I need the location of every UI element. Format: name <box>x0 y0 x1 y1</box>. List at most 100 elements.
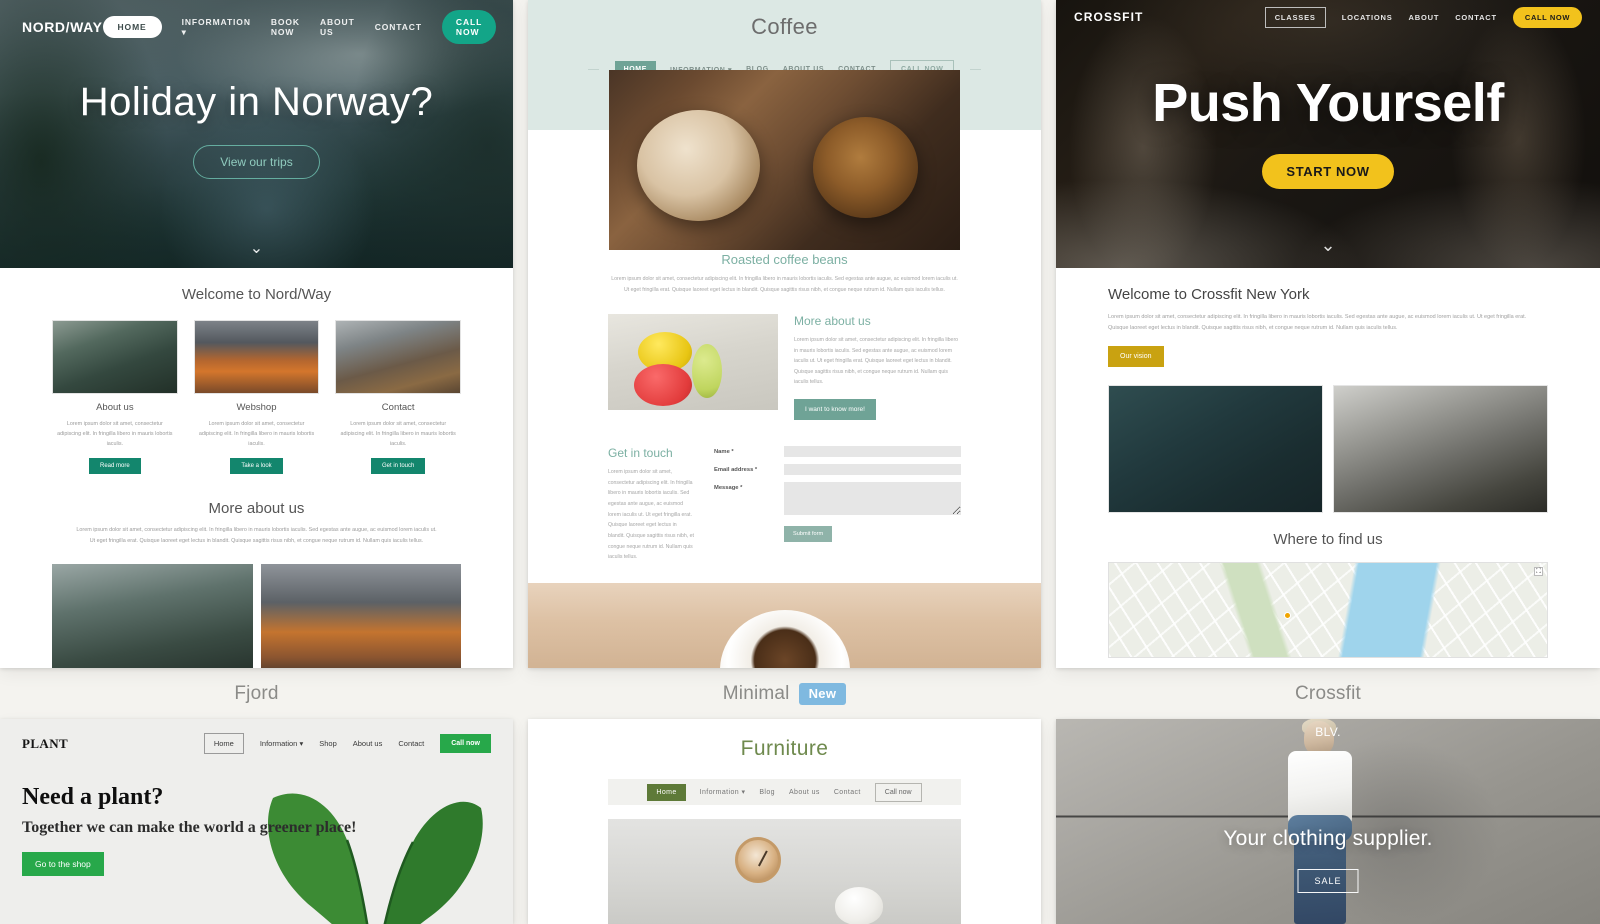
fjord-body: Welcome to Nord/Way About us Lorem ipsum… <box>0 268 513 668</box>
fjord-card-button[interactable]: Get in touch <box>371 458 426 474</box>
caption-fjord: Fjord <box>0 668 513 719</box>
plant-shop-button[interactable]: Go to the shop <box>22 852 104 876</box>
form-row-message: Message * <box>714 482 961 516</box>
crossfit-nav-about[interactable]: ABOUT <box>1409 13 1440 22</box>
crossfit-hero-title: Push Yourself <box>1152 73 1504 133</box>
model-shirt <box>1287 751 1352 823</box>
fjord-nav-information[interactable]: INFORMATION ▾ <box>182 17 251 38</box>
furniture-nav-home[interactable]: Home <box>647 783 686 801</box>
fjord-card-webshop[interactable]: Webshop Lorem ipsum dolor sit amet, cons… <box>193 320 320 474</box>
minimal-contact-text-column: Get in touch Lorem ipsum dolor sit amet,… <box>608 446 694 563</box>
fjord-nav-about-us[interactable]: ABOUT US <box>320 17 355 37</box>
plant-menu: Home Information ▾ Shop About us Contact… <box>203 733 491 754</box>
furniture-nav-blog[interactable]: Blog <box>759 789 775 796</box>
minimal-about-image <box>608 313 778 410</box>
minimal-bottom-image <box>528 583 1041 668</box>
caption-crossfit: Crossfit <box>1056 668 1600 719</box>
blv-model-illustration <box>1274 719 1366 924</box>
fjord-card-text: Lorem ipsum dolor sit amet, consectetur … <box>57 421 173 447</box>
crossfit-nav-locations[interactable]: LOCATIONS <box>1342 13 1393 22</box>
minimal-contact-text: Lorem ipsum dolor sit amet, consectetur … <box>608 469 694 561</box>
fjord-card-contact[interactable]: Contact Lorem ipsum dolor sit amet, cons… <box>335 320 462 474</box>
fjord-hero-button[interactable]: View our trips <box>193 145 320 179</box>
fullscreen-icon[interactable]: ⛶ <box>1534 567 1543 576</box>
plant-hero-title: Need a plant? <box>22 784 164 810</box>
minimal-about-text: Lorem ipsum dolor sit amet, consectetur … <box>794 336 959 386</box>
fjord-nav-book-now[interactable]: BOOK NOW <box>271 17 300 37</box>
crossfit-nav-classes[interactable]: CLASSES <box>1264 6 1326 28</box>
fjord-card-about[interactable]: About us Lorem ipsum dolor sit amet, con… <box>52 320 178 474</box>
template-card-plant[interactable]: PLANT Home Information ▾ Shop About us C… <box>0 719 513 924</box>
minimal-about-text-column: More about us Lorem ipsum dolor sit amet… <box>794 314 961 421</box>
clock-illustration <box>735 837 782 883</box>
plant-hero: Need a plant? Together we can make the w… <box>0 754 513 876</box>
fjord-card-text: Lorem ipsum dolor sit amet, consectetur … <box>198 421 315 447</box>
crossfit-map[interactable]: ⛶ <box>1108 562 1548 658</box>
fjord-menu: HOME INFORMATION ▾ BOOK NOW ABOUT US CON… <box>102 10 497 44</box>
plant-call-now-button[interactable]: Call now <box>440 734 491 753</box>
blv-brand: BLV. <box>1315 725 1341 739</box>
template-card-fjord[interactable]: NORD/WAY HOME INFORMATION ▾ BOOK NOW ABO… <box>0 0 513 668</box>
fjord-card-button[interactable]: Read more <box>88 458 141 474</box>
chevron-down-icon[interactable]: ⌄ <box>250 238 263 258</box>
template-card-crossfit[interactable]: CROSSFIT CLASSES LOCATIONS ABOUT CONTACT… <box>1056 0 1600 668</box>
status-badge-new: New <box>798 682 847 705</box>
template-card-blv[interactable]: BLV. Your clothing supplier. SALE <box>1056 719 1600 924</box>
fjord-call-now-button[interactable]: CALL NOW <box>441 10 497 44</box>
fjord-card-button[interactable]: Take a look <box>230 458 283 474</box>
crossfit-start-now-button[interactable]: START NOW <box>1262 154 1394 189</box>
crossfit-call-now-button[interactable]: CALL NOW <box>1512 6 1582 28</box>
minimal-about-button[interactable]: I want to know more! <box>794 399 876 421</box>
name-input[interactable] <box>784 446 961 458</box>
plant-hero-subtitle: Together we can make the world a greener… <box>22 819 357 836</box>
plant-nav-shop[interactable]: Shop <box>319 739 337 748</box>
fjord-hero-title: Holiday in Norway? <box>79 80 434 124</box>
furniture-nav-contact[interactable]: Contact <box>834 789 861 796</box>
plant-nav-contact[interactable]: Contact <box>398 739 424 748</box>
minimal-contact-title: Get in touch <box>608 446 673 461</box>
furniture-page: Furniture Home Information ▾ Blog About … <box>528 719 1041 924</box>
fjord-card-image <box>193 320 320 394</box>
minimal-contact-row: Get in touch Lorem ipsum dolor sit amet,… <box>608 446 961 563</box>
caption-label: Crossfit <box>1295 682 1361 704</box>
fjord-bottom-image-left <box>52 563 253 668</box>
furniture-hero-image <box>608 819 961 924</box>
fjord-card-row: About us Lorem ipsum dolor sit amet, con… <box>52 320 462 474</box>
blv-sale-button[interactable]: SALE <box>1297 869 1359 893</box>
furniture-navbar: Home Information ▾ Blog About us Contact… <box>608 779 961 805</box>
crossfit-map-title: Where to find us <box>1273 531 1383 548</box>
fjord-card-image <box>52 320 178 394</box>
furniture-nav-about-us[interactable]: About us <box>789 789 820 796</box>
chevron-down-icon: ▾ <box>181 26 187 37</box>
crossfit-logo: CROSSFIT <box>1074 10 1144 24</box>
plant-nav-home[interactable]: Home <box>203 733 244 754</box>
fjord-nav-contact[interactable]: CONTACT <box>375 22 422 32</box>
fjord-card-title: About us <box>96 402 134 413</box>
crossfit-body: Welcome to Crossfit New York Lorem ipsum… <box>1056 268 1600 658</box>
fjord-logo: NORD/WAY <box>22 19 103 35</box>
fjord-hero: NORD/WAY HOME INFORMATION ▾ BOOK NOW ABO… <box>0 0 513 268</box>
email-input[interactable] <box>784 464 961 476</box>
crossfit-nav-contact[interactable]: CONTACT <box>1455 13 1497 22</box>
plant-nav-information[interactable]: Information ▾ <box>260 739 303 748</box>
submit-form-button[interactable]: Submit form <box>784 526 833 543</box>
minimal-section-title: Roasted coffee beans <box>721 252 848 267</box>
macaron-red <box>634 363 692 406</box>
fjord-nav-home[interactable]: HOME <box>102 16 162 38</box>
chevron-down-icon: ▾ <box>299 739 304 748</box>
fjord-card-image <box>335 320 462 394</box>
caption-label: Minimal <box>722 682 790 704</box>
furniture-call-now-button[interactable]: Call now <box>874 782 922 802</box>
template-card-minimal[interactable]: Coffee HOME INFORMATION ▾ BLOG ABOUT US … <box>528 0 1041 668</box>
crossfit-image-row <box>1108 385 1548 513</box>
message-input[interactable] <box>784 482 961 516</box>
fjord-navbar: NORD/WAY HOME INFORMATION ▾ BOOK NOW ABO… <box>0 0 513 54</box>
crossfit-our-vision-button[interactable]: Our vision <box>1108 346 1164 367</box>
plant-nav-about-us[interactable]: About us <box>353 739 383 748</box>
crossfit-hero: CROSSFIT CLASSES LOCATIONS ABOUT CONTACT… <box>1056 0 1600 268</box>
chevron-down-icon[interactable]: ⌄ <box>1320 235 1335 256</box>
fjord-card-text: Lorem ipsum dolor sit amet, consectetur … <box>340 421 456 447</box>
message-label: Message * <box>714 485 743 492</box>
template-card-furniture[interactable]: Furniture Home Information ▾ Blog About … <box>528 719 1041 924</box>
furniture-nav-information[interactable]: Information ▾ <box>700 788 746 796</box>
